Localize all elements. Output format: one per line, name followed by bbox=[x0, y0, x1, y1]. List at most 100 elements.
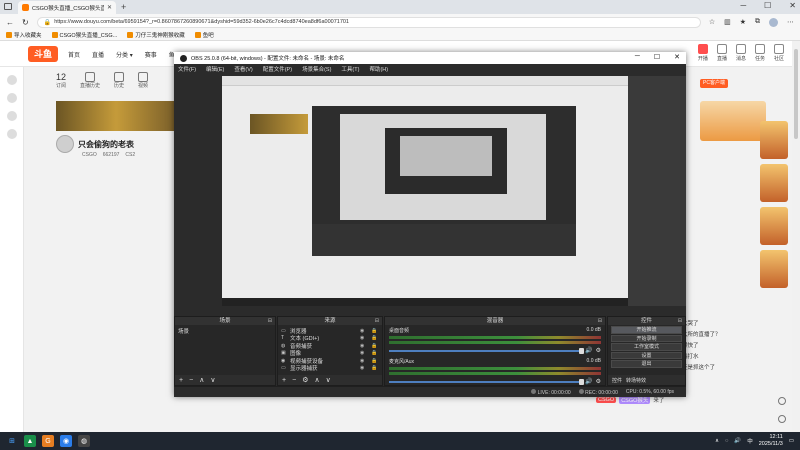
dock-float-icon[interactable]: ⊟ bbox=[375, 317, 379, 325]
remove-source-button[interactable]: − bbox=[292, 377, 296, 384]
volume-slider[interactable] bbox=[389, 347, 585, 354]
source-settings-button[interactable]: ⚙ bbox=[302, 376, 308, 384]
sidebar-icon[interactable] bbox=[6, 93, 17, 103]
live-button[interactable]: 直播 bbox=[716, 44, 727, 62]
back-icon[interactable]: ← bbox=[6, 18, 14, 27]
profile-avatar[interactable] bbox=[769, 17, 778, 27]
app-icon[interactable]: ▲ bbox=[24, 435, 36, 447]
streamer-name[interactable]: 只会偷狗的老表 bbox=[78, 139, 134, 150]
eye-icon[interactable]: ◉ bbox=[360, 358, 368, 364]
collections-icon[interactable]: ⧉ bbox=[755, 18, 760, 27]
gear-icon[interactable]: ⚙ bbox=[596, 378, 601, 385]
app-icon[interactable]: G bbox=[42, 435, 54, 447]
slider-knob[interactable] bbox=[579, 347, 585, 354]
star-icon[interactable]: ☆ bbox=[709, 18, 715, 27]
stat-video[interactable]: 视频 bbox=[138, 72, 148, 89]
sidebar-icon[interactable] bbox=[6, 111, 17, 121]
obs-maximize-button[interactable]: ☐ bbox=[654, 53, 660, 61]
douyu-logo[interactable]: 斗鱼 bbox=[28, 46, 58, 62]
stream-banner[interactable] bbox=[56, 101, 176, 131]
dock-float-icon[interactable]: ⊟ bbox=[678, 317, 682, 325]
stat-subscribe[interactable]: 12 订阅 bbox=[56, 72, 66, 89]
edge-icon[interactable]: ◉ bbox=[60, 435, 72, 447]
messages-button[interactable]: 消息 bbox=[735, 44, 746, 62]
favorites-icon[interactable]: ★ bbox=[740, 18, 746, 27]
menu-profile[interactable]: 配置文件(P) bbox=[263, 65, 292, 73]
nav-events[interactable]: 赛事 bbox=[145, 50, 157, 59]
move-down-button[interactable]: ∨ bbox=[326, 376, 331, 384]
tab-actions-icon[interactable] bbox=[4, 3, 12, 10]
bookmark-item[interactable]: 鱼吧 bbox=[194, 31, 214, 39]
obs-close-button[interactable]: ✕ bbox=[674, 53, 680, 61]
nav-home[interactable]: 首页 bbox=[68, 50, 80, 59]
ime-indicator[interactable]: 中 bbox=[747, 437, 753, 445]
lock-icon[interactable]: 🔒 bbox=[371, 343, 379, 349]
sidebar-icon[interactable] bbox=[6, 129, 17, 139]
community-button[interactable]: 社区 bbox=[773, 44, 784, 62]
add-source-button[interactable]: + bbox=[282, 377, 286, 384]
menu-view[interactable]: 查看(V) bbox=[234, 65, 252, 73]
sidebar-icon[interactable] bbox=[6, 75, 17, 85]
side-ad[interactable] bbox=[760, 121, 788, 159]
tab-close-icon[interactable]: ✕ bbox=[107, 4, 112, 11]
lock-icon[interactable]: 🔒 bbox=[371, 328, 379, 334]
refresh-icon[interactable]: ↻ bbox=[22, 18, 29, 27]
start-streaming-button[interactable]: 开始推流 bbox=[611, 326, 682, 334]
speaker-icon[interactable]: 🔊 bbox=[585, 347, 592, 354]
studio-mode-button[interactable]: 工作室模式 bbox=[611, 343, 682, 351]
eye-icon[interactable]: ◉ bbox=[360, 328, 368, 334]
lock-icon[interactable]: 🔒 bbox=[371, 358, 379, 364]
pc-client-button[interactable]: PC客户端 bbox=[700, 79, 728, 88]
lock-icon[interactable]: 🔒 bbox=[371, 350, 379, 356]
dock-float-icon[interactable]: ⊟ bbox=[268, 317, 272, 325]
close-window-button[interactable]: ✕ bbox=[789, 1, 796, 10]
volume-icon[interactable]: 🔊 bbox=[734, 438, 741, 444]
tasks-button[interactable]: 任务 bbox=[754, 44, 765, 62]
tab-controls[interactable]: 控件 bbox=[612, 377, 622, 384]
split-icon[interactable]: ▥ bbox=[724, 18, 731, 27]
menu-file[interactable]: 文件(F) bbox=[178, 65, 196, 73]
obs-icon[interactable]: ◍ bbox=[78, 435, 90, 447]
move-up-button[interactable]: ∧ bbox=[314, 376, 319, 384]
minimize-button[interactable]: ─ bbox=[740, 1, 746, 10]
add-scene-button[interactable]: + bbox=[179, 377, 183, 384]
clock[interactable]: 12:11 2025/11/3 bbox=[759, 434, 783, 448]
lock-icon[interactable]: 🔒 bbox=[371, 365, 379, 371]
notification-icon[interactable]: ▭ bbox=[789, 438, 794, 444]
eye-icon[interactable]: ◉ bbox=[360, 335, 368, 341]
remove-scene-button[interactable]: − bbox=[189, 377, 193, 384]
url-field[interactable]: 🔒 https://www.douyu.com/beta/6959154?_r=… bbox=[36, 16, 701, 28]
gift-icon[interactable] bbox=[778, 397, 786, 405]
start-icon[interactable]: ⊞ bbox=[6, 435, 18, 447]
dock-float-icon[interactable]: ⊟ bbox=[598, 317, 602, 325]
nav-live[interactable]: 直播 bbox=[92, 50, 104, 59]
menu-edit[interactable]: 编辑(E) bbox=[206, 65, 224, 73]
eye-icon[interactable]: ◉ bbox=[360, 343, 368, 349]
promo-banner[interactable] bbox=[700, 101, 766, 141]
obs-minimize-button[interactable]: ─ bbox=[635, 53, 640, 61]
network-icon[interactable]: ◌ bbox=[725, 438, 728, 444]
tab-transitions[interactable]: 转场特效 bbox=[626, 377, 646, 384]
settings-button[interactable]: 设置 bbox=[611, 351, 682, 359]
bookmark-item[interactable]: 导入收藏夹 bbox=[6, 31, 42, 39]
nav-category[interactable]: 分类 ▾ bbox=[116, 50, 133, 59]
streamer-avatar[interactable] bbox=[56, 135, 74, 153]
source-item[interactable]: ▭ 显示器捕获 ◉ 🔒 bbox=[281, 365, 379, 372]
scrollbar-thumb[interactable] bbox=[794, 49, 798, 139]
bookmark-item[interactable]: 刀仔三鬼神刚猴收藏 bbox=[127, 31, 185, 39]
go-live-button[interactable]: 开播 bbox=[697, 44, 708, 62]
more-icon[interactable]: ⋯ bbox=[787, 18, 794, 27]
scene-item[interactable]: 场景 bbox=[178, 327, 272, 335]
start-recording-button[interactable]: 开始录制 bbox=[611, 334, 682, 342]
move-up-button[interactable]: ∧ bbox=[199, 376, 204, 384]
eye-icon[interactable]: ◉ bbox=[360, 365, 368, 371]
menu-tools[interactable]: 工具(T) bbox=[341, 65, 359, 73]
eye-icon[interactable]: ◉ bbox=[360, 350, 368, 356]
obs-preview[interactable] bbox=[222, 76, 628, 306]
maximize-button[interactable]: ☐ bbox=[764, 1, 771, 10]
tray-arrow-icon[interactable]: ∧ bbox=[715, 438, 719, 444]
menu-scene-collection[interactable]: 场景集合(S) bbox=[302, 65, 331, 73]
exit-button[interactable]: 退出 bbox=[611, 360, 682, 368]
bookmark-item[interactable]: CSGO猴头直播_CSG... bbox=[51, 31, 117, 39]
speaker-icon[interactable]: 🔊 bbox=[585, 378, 592, 385]
